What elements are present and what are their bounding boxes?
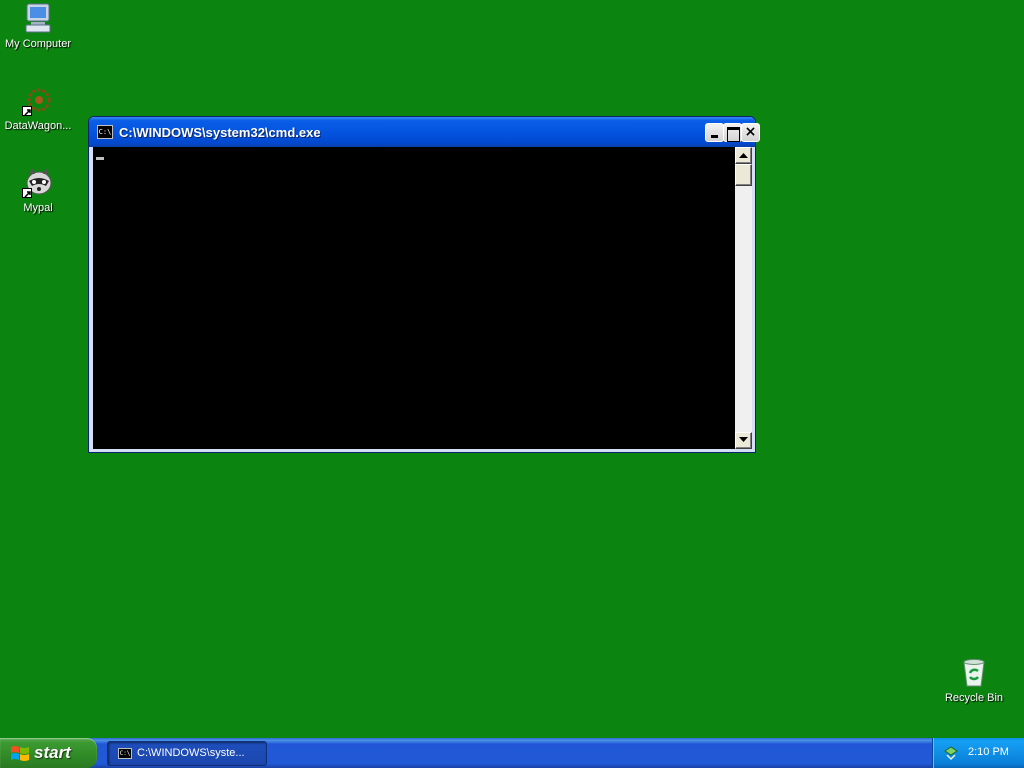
arrow-down-icon	[739, 437, 748, 442]
mypal-raccoon-icon	[22, 166, 54, 198]
shortcut-arrow-icon	[22, 106, 32, 116]
desktop-icon-label: Mypal	[23, 202, 53, 214]
shortcut-arrow-icon	[22, 188, 32, 198]
window-titlebar[interactable]: C:\ C:\WINDOWS\system32\cmd.exe ×	[89, 117, 760, 147]
desktop-icon-datawagon[interactable]: DataWagon...	[0, 84, 76, 133]
windows-flag-icon	[11, 746, 29, 761]
scroll-thumb[interactable]	[735, 164, 752, 186]
cmd-app-icon[interactable]: C:\	[97, 125, 113, 139]
vertical-scrollbar[interactable]	[735, 147, 752, 449]
text-cursor	[96, 157, 104, 160]
my-computer-icon	[22, 2, 54, 34]
cmd-window[interactable]: C:\ C:\WINDOWS\system32\cmd.exe ×	[88, 116, 760, 453]
network-tray-icon[interactable]	[943, 745, 959, 761]
desktop-icon-mypal[interactable]: Mypal	[0, 166, 76, 215]
clock[interactable]: 2:10 PM	[968, 746, 1009, 758]
desktop-icon-recycle-bin[interactable]: Recycle Bin	[936, 656, 1012, 705]
desktop-icon-label: My Computer	[4, 38, 72, 50]
arrow-up-icon	[739, 153, 748, 158]
desktop-icon-label: DataWagon...	[4, 120, 72, 132]
cmd-app-icon: C:\	[118, 748, 132, 759]
recycle-bin-icon	[958, 656, 990, 688]
taskbar: start C:\ C:\WINDOWS\syste... 2:10 PM	[0, 738, 1024, 768]
desktop-icon-label: Recycle Bin	[944, 692, 1004, 704]
console-output-area[interactable]	[93, 147, 735, 449]
desktop-icon-my-computer[interactable]: My Computer	[0, 2, 76, 51]
start-button[interactable]: start	[0, 738, 97, 768]
scroll-down-button[interactable]	[735, 432, 752, 449]
minimize-button[interactable]	[705, 123, 724, 142]
maximize-button[interactable]	[723, 123, 742, 142]
close-button[interactable]: ×	[741, 123, 760, 142]
taskbar-item-cmd[interactable]: C:\ C:\WINDOWS\syste...	[107, 741, 267, 766]
window-title: C:\WINDOWS\system32\cmd.exe	[119, 125, 321, 140]
close-icon: ×	[744, 124, 757, 140]
taskbar-item-label: C:\WINDOWS\syste...	[137, 747, 245, 759]
system-tray: 2:10 PM	[932, 738, 1024, 768]
datawagon-icon	[22, 84, 54, 116]
scroll-up-button[interactable]	[735, 147, 752, 164]
start-label: start	[34, 743, 71, 762]
